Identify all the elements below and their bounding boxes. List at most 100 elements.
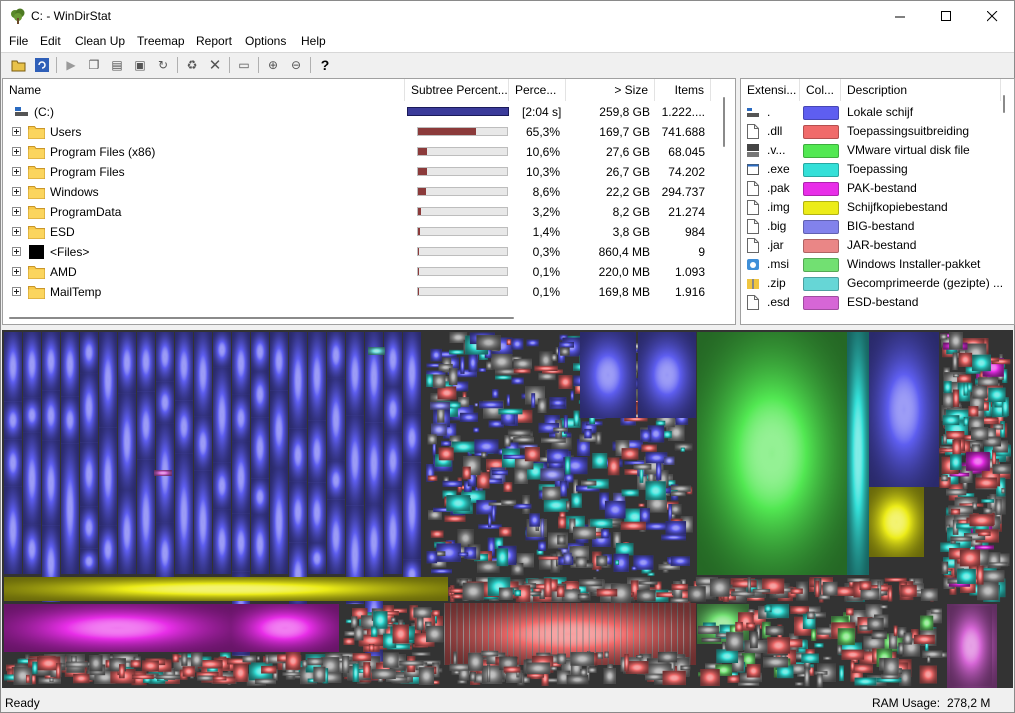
open-button[interactable] <box>10 56 28 74</box>
directory-tree[interactable]: Name Subtree Percent... Perce... > Size … <box>2 78 736 325</box>
minimize-button[interactable] <box>877 1 923 31</box>
tree-row-items: 984 <box>684 225 705 239</box>
refresh-button[interactable] <box>33 56 51 74</box>
maximize-button[interactable] <box>923 1 969 31</box>
minimize-icon <box>894 16 905 17</box>
treemap-cushion-shade <box>430 401 451 410</box>
treemap-cushion-shade <box>584 428 592 439</box>
treemap-cushion-shade <box>551 354 557 362</box>
extension-vertical-scrollbar[interactable] <box>1003 95 1005 113</box>
close-button[interactable] <box>969 1 1015 31</box>
extension-row[interactable]: .exe Toepassing <box>741 160 1001 179</box>
expand-toggle[interactable] <box>12 147 21 156</box>
extension-row[interactable]: .img Schijfkopiebestand <box>741 198 1001 217</box>
treemap-cushion-shade <box>633 464 652 470</box>
zoom-in-button[interactable]: ⊕ <box>264 56 282 74</box>
extension-row[interactable]: .msi Windows Installer-pakket <box>741 255 1001 274</box>
extension-color-swatch <box>803 163 839 177</box>
menu-treemap[interactable]: Treemap <box>137 34 185 48</box>
column-header-description[interactable]: Description <box>841 79 1001 101</box>
tree-row[interactable]: MailTemp 0,1% 169,8 MB 1.916 <box>3 282 723 302</box>
menu-file[interactable]: File <box>9 34 28 48</box>
expand-toggle[interactable] <box>12 287 21 296</box>
tree-horizontal-scrollbar[interactable] <box>9 317 514 319</box>
column-header-size[interactable]: > Size <box>566 79 655 101</box>
title-bar[interactable]: C: - WinDirStat <box>1 1 1014 31</box>
tree-row[interactable]: <Files> 0,3% 860,4 MB 9 <box>3 242 723 262</box>
extension-row[interactable]: .jar JAR-bestand <box>741 236 1001 255</box>
treemap-view[interactable] <box>2 330 1013 688</box>
tree-row[interactable]: Users 65,3% 169,7 GB 741.688 <box>3 122 723 142</box>
treemap-cushion-shade <box>99 427 117 526</box>
treemap-cushion-shade <box>42 440 60 526</box>
treemap-cushion-shade <box>132 674 154 680</box>
treemap-cushion-shade <box>655 420 666 426</box>
menu-options[interactable]: Options <box>245 34 286 48</box>
tree-row-percent: 0,1% <box>532 265 560 279</box>
expand-toggle[interactable] <box>12 267 21 276</box>
tree-row[interactable]: Program Files 10,3% 26,7 GB 74.202 <box>3 162 723 182</box>
column-header-extension[interactable]: Extensi... <box>741 79 800 101</box>
treemap-cushion-shade <box>351 616 358 628</box>
zoom-out-button[interactable]: ⊖ <box>287 56 305 74</box>
treemap-cushion-shade <box>710 578 730 597</box>
extension-row[interactable]: .esd ESD-bestand <box>741 293 1001 312</box>
treemap-cushion-shade <box>498 408 523 415</box>
menu-edit[interactable]: Edit <box>40 34 61 48</box>
tree-row-items: 294.737 <box>661 185 705 199</box>
tree-row[interactable]: AMD 0,1% 220,0 MB 1.093 <box>3 262 723 282</box>
copy-button[interactable]: ❐ <box>85 56 103 74</box>
extension-row[interactable]: .big BIG-bestand <box>741 217 1001 236</box>
extension-row[interactable]: .v... VMware virtual disk file <box>741 141 1001 160</box>
command-prompt-button[interactable]: ▣ <box>131 56 149 74</box>
expand-button[interactable]: ▶ <box>62 56 80 74</box>
menu-help[interactable]: Help <box>301 34 326 48</box>
expand-toggle[interactable] <box>12 227 21 236</box>
expand-toggle[interactable] <box>12 207 21 216</box>
expand-toggle[interactable] <box>12 127 21 136</box>
recycle-button[interactable]: ♻ <box>183 56 201 74</box>
ram-usage-value: 278,2 M <box>947 696 991 710</box>
tree-row-root[interactable]: (C:) [2:04 s] 259,8 GB 1.222.... <box>3 102 723 122</box>
extension-row[interactable]: .dll Toepassingsuitbreiding <box>741 122 1001 141</box>
tree-row-percent: 10,3% <box>525 165 560 179</box>
extension-list[interactable]: Extensi... Col... Description . Lokale sc… <box>740 78 1015 325</box>
extension-row[interactable]: .zip Gecomprimeerde (gezipte) ... <box>741 274 1003 293</box>
treemap-cushion-shade <box>130 660 141 668</box>
expand-toggle[interactable] <box>12 187 21 196</box>
menu-clean-up[interactable]: Clean Up <box>75 34 125 48</box>
tree-row-percent: 0,3% <box>532 245 560 259</box>
refresh-selected-button[interactable]: ↻ <box>154 56 172 74</box>
treemap-cushion-shade <box>952 352 958 370</box>
explorer-button[interactable]: ▤ <box>108 56 126 74</box>
treemap-cushion-shade <box>182 666 195 677</box>
treemap-cushion-shade <box>621 489 639 497</box>
delete-button[interactable]: ✕ <box>206 56 224 74</box>
expand-toggle[interactable] <box>12 167 21 176</box>
treemap-cushion-shade <box>670 598 689 603</box>
treemap-cushion-shade <box>233 663 248 682</box>
tree-row[interactable]: ESD 1,4% 3,8 GB 984 <box>3 222 723 242</box>
column-header-items[interactable]: Items <box>655 79 711 101</box>
treemap-cushion-shade <box>943 381 952 394</box>
help-button[interactable]: ? <box>316 56 334 74</box>
tree-row[interactable]: Windows 8,6% 22,2 GB 294.737 <box>3 182 723 202</box>
new-folder-button[interactable]: ▭ <box>235 56 253 74</box>
tree-vertical-scrollbar[interactable] <box>723 97 725 147</box>
extension-name: .esd <box>767 295 790 309</box>
treemap-cushion-shade <box>308 420 326 483</box>
column-header-percent[interactable]: Perce... <box>509 79 566 101</box>
treemap-cushion-shade <box>23 524 41 574</box>
expand-toggle[interactable] <box>12 247 21 256</box>
column-header-name[interactable]: Name <box>3 79 405 101</box>
treemap-cushion-shade <box>958 352 973 367</box>
column-header-subtree-percent[interactable]: Subtree Percent... <box>405 79 509 101</box>
column-header-color[interactable]: Col... <box>800 79 841 101</box>
tree-row[interactable]: Program Files (x86) 10,6% 27,6 GB 68.045 <box>3 142 723 162</box>
menu-report[interactable]: Report <box>196 34 232 48</box>
command-prompt-icon: ▣ <box>134 58 146 72</box>
treemap-cushion-shade <box>540 518 545 538</box>
extension-row[interactable]: .pak PAK-bestand <box>741 179 1001 198</box>
extension-row[interactable]: . Lokale schijf <box>741 103 1001 122</box>
tree-row[interactable]: ProgramData 3,2% 8,2 GB 21.274 <box>3 202 723 222</box>
